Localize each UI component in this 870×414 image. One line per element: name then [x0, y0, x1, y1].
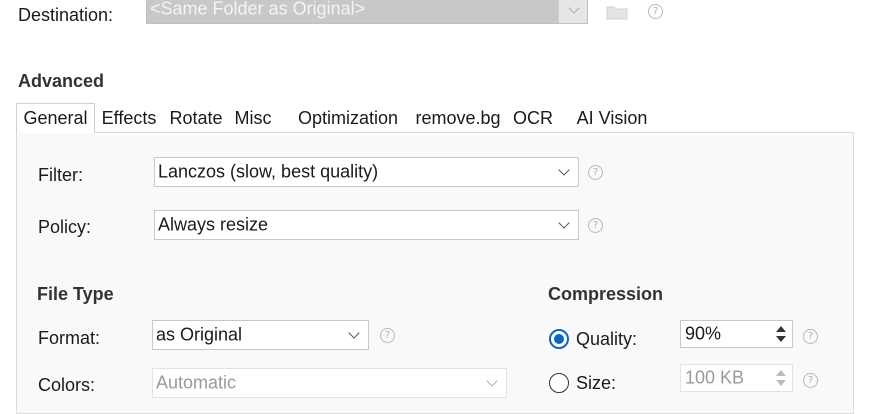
- destination-value: <Same Folder as Original>: [150, 0, 366, 19]
- tab-effects[interactable]: Effects: [97, 104, 161, 132]
- quality-value: 90%: [685, 323, 722, 344]
- filter-label: Filter:: [38, 165, 83, 185]
- policy-combo[interactable]: Always resize: [154, 210, 579, 240]
- destination-label: Destination:: [18, 5, 114, 25]
- tab-ocr[interactable]: OCR: [510, 104, 556, 132]
- policy-help-icon[interactable]: ?: [588, 218, 603, 233]
- destination-combo[interactable]: <Same Folder as Original>: [146, 0, 588, 24]
- colors-label: Colors:: [38, 375, 96, 395]
- tab-remove-bg[interactable]: remove.bg: [410, 104, 506, 132]
- colors-value: Automatic: [156, 372, 237, 393]
- quality-help-icon[interactable]: ?: [803, 329, 818, 344]
- format-value: as Original: [156, 324, 243, 345]
- size-spinbox[interactable]: 100 KB: [680, 364, 793, 392]
- quality-label: Quality:: [576, 329, 638, 349]
- chevron-down-icon: [486, 375, 498, 387]
- policy-value: Always resize: [158, 214, 269, 235]
- tab-optimization[interactable]: Optimization: [292, 104, 404, 132]
- destination-help-icon[interactable]: ?: [648, 4, 663, 19]
- tab-rotate[interactable]: Rotate: [165, 104, 227, 132]
- arrow-up-icon[interactable]: [776, 370, 786, 376]
- file-type-heading: File Type: [37, 284, 114, 304]
- filter-help-icon[interactable]: ?: [588, 165, 603, 180]
- filter-value: Lanczos (slow, best quality): [158, 161, 379, 182]
- size-radio[interactable]: [549, 373, 569, 393]
- quality-spinbox[interactable]: 90%: [680, 320, 793, 348]
- tab-ai-vision[interactable]: AI Vision: [570, 104, 654, 132]
- policy-label: Policy:: [38, 217, 92, 237]
- size-stepper[interactable]: [770, 365, 792, 391]
- arrow-down-icon[interactable]: [776, 380, 786, 386]
- quality-radio[interactable]: [549, 329, 569, 349]
- folder-icon[interactable]: [606, 4, 628, 20]
- arrow-down-icon[interactable]: [776, 336, 786, 342]
- destination-dropdown-button[interactable]: [558, 0, 587, 23]
- colors-combo[interactable]: Automatic: [152, 368, 507, 398]
- size-help-icon[interactable]: ?: [803, 373, 818, 388]
- format-label: Format:: [38, 328, 101, 348]
- chevron-down-icon: [558, 164, 570, 176]
- tab-misc[interactable]: Misc: [231, 104, 275, 132]
- format-help-icon[interactable]: ?: [380, 328, 395, 343]
- filter-combo[interactable]: Lanczos (slow, best quality): [154, 157, 579, 187]
- arrow-up-icon[interactable]: [776, 326, 786, 332]
- compression-heading: Compression: [548, 284, 664, 304]
- quality-stepper[interactable]: [770, 321, 792, 347]
- size-value: 100 KB: [685, 367, 745, 388]
- size-label: Size:: [576, 373, 617, 393]
- chevron-down-icon: [568, 2, 580, 14]
- format-combo[interactable]: as Original: [152, 320, 369, 350]
- tab-general[interactable]: General: [16, 103, 95, 133]
- chevron-down-icon: [558, 217, 570, 229]
- chevron-down-icon: [348, 327, 360, 339]
- advanced-heading: Advanced: [18, 71, 105, 91]
